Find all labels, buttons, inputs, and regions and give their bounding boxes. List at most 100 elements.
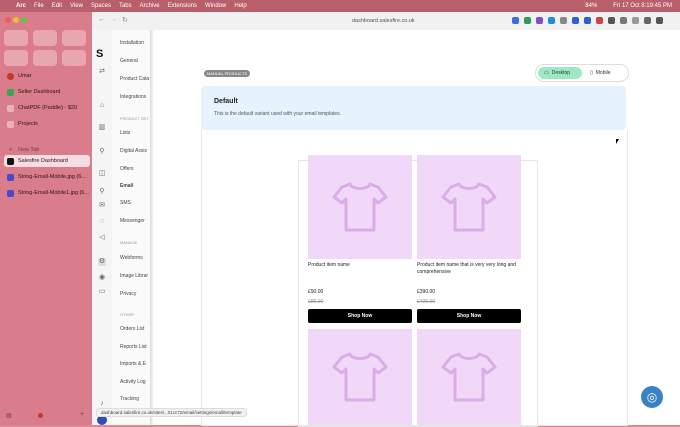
section-badge: MANUAL PRODUCTS — [204, 70, 251, 77]
settings-item[interactable]: Product Cata — [120, 76, 149, 82]
favorite-tab[interactable] — [4, 30, 28, 46]
reload-icon[interactable]: ↻ — [122, 16, 128, 24]
product-card: Product item name that is very very long… — [417, 155, 521, 323]
sidebar-item-image-2[interactable]: String-Email-Mobile1.jpg (6... — [4, 187, 90, 199]
extension-icon[interactable] — [536, 17, 543, 24]
dashboard-icon[interactable]: ◫ — [98, 170, 106, 178]
extension-icon[interactable] — [548, 17, 555, 24]
salesfire-logo-icon — [7, 157, 14, 165]
menu-tabs[interactable]: Tabs — [119, 3, 132, 9]
space-dot-icon[interactable] — [38, 413, 43, 418]
settings-item[interactable]: Tracking — [120, 396, 139, 402]
archive-icon[interactable]: ▤ — [6, 412, 12, 419]
settings-item[interactable]: Messenger — [120, 218, 145, 224]
settings-item[interactable]: Integrations — [120, 94, 146, 100]
menu-edit[interactable]: Edit — [52, 3, 62, 9]
settings-item[interactable]: General — [120, 58, 138, 64]
sidebar-item-chatpdf[interactable]: ChatPDF (Paddle) - $20 — [4, 102, 90, 114]
chat-icon[interactable]: ◌ — [98, 218, 106, 226]
settings-item[interactable]: Digital Assis — [120, 148, 147, 154]
favorite-tab[interactable] — [33, 30, 57, 46]
extension-icon[interactable] — [584, 17, 591, 24]
url-bar[interactable]: ← → ↻ dashboard.salesfire.co.uk — [92, 12, 680, 31]
sidebar-item-umar[interactable]: Umar — [4, 70, 90, 82]
extension-icon[interactable] — [596, 17, 603, 24]
app-nav-rail: S ⇄ ⌂ ▥ ⚲ ◫ ⚲ ✉ ◌ ◁ ⚙ ◉ ▭ ♪ — [92, 30, 113, 425]
megaphone-icon[interactable]: ◁ — [98, 234, 106, 242]
product-name: Product item name — [308, 262, 350, 268]
extension-icon[interactable] — [620, 17, 627, 24]
product-price: £90.00 — [308, 289, 324, 295]
help-button[interactable]: ◎ — [641, 386, 663, 408]
tshirt-icon — [332, 352, 388, 402]
minimize-window-button[interactable] — [13, 17, 19, 23]
menu-view[interactable]: View — [70, 3, 83, 9]
settings-icon[interactable]: ⚙ — [98, 258, 106, 266]
menu-file[interactable]: File — [34, 3, 44, 9]
menu-help[interactable]: Help — [234, 3, 246, 9]
settings-item[interactable]: SMS — [120, 200, 131, 206]
menu-spaces[interactable]: Spaces — [91, 3, 111, 9]
clock[interactable]: Fri 17 Oct 8:19:45 PM — [613, 3, 672, 9]
favorite-tab[interactable] — [4, 50, 28, 66]
add-space-icon[interactable]: + — [80, 411, 84, 418]
extension-icon[interactable] — [608, 17, 615, 24]
device-toggle[interactable]: ▭ Desktop ▯ Mobile — [535, 64, 629, 82]
sidebar-item-projects[interactable]: Projects — [4, 118, 90, 130]
favorite-tab[interactable] — [33, 50, 57, 66]
section-heading: MANAGE — [120, 240, 138, 245]
home-icon[interactable]: ⌂ — [98, 102, 106, 110]
extension-icon[interactable] — [512, 17, 519, 24]
menu-window[interactable]: Window — [205, 3, 226, 9]
salesfire-logo-icon[interactable]: S — [96, 48, 103, 60]
billing-icon[interactable]: ▭ — [98, 288, 106, 296]
user-icon[interactable]: ◉ — [98, 274, 106, 282]
favorite-tab[interactable] — [62, 30, 86, 46]
back-icon[interactable]: ← — [98, 16, 105, 23]
folder-icon — [7, 120, 14, 128]
shop-now-button[interactable]: Shop Now — [417, 309, 521, 323]
extension-icon[interactable] — [572, 17, 579, 24]
settings-item[interactable]: Image Librar — [120, 273, 148, 279]
chart-icon[interactable]: ▥ — [98, 124, 106, 132]
desktop-toggle-button[interactable]: ▭ Desktop — [538, 67, 582, 79]
extension-icon[interactable] — [524, 17, 531, 24]
settings-item[interactable]: Privacy — [120, 291, 136, 297]
search-icon[interactable]: ⚲ — [98, 148, 106, 156]
arc-sidebar: Umar Seller Dashboard ChatPDF (Paddle) -… — [0, 12, 92, 425]
settings-item[interactable]: Offers — [120, 166, 134, 172]
sidebar-item-salesfire[interactable]: Salesfire Dashboard — [4, 155, 90, 167]
settings-item[interactable]: Reports List — [120, 344, 147, 350]
browser-window: ← → ↻ dashboard.salesfire.co.uk S ⇄ ⌂ ▥ … — [92, 12, 680, 427]
settings-item[interactable]: Activity Log — [120, 379, 146, 385]
menu-arc[interactable]: Arc — [16, 3, 26, 9]
forward-icon[interactable]: → — [110, 16, 117, 23]
favorite-tab[interactable] — [62, 50, 86, 66]
product-card — [417, 329, 521, 425]
shop-now-button[interactable]: Shop Now — [308, 309, 412, 323]
search-icon[interactable]: ⚲ — [98, 188, 106, 196]
url-text[interactable]: dashboard.salesfire.co.uk — [352, 18, 415, 24]
settings-item[interactable]: Installation — [120, 40, 144, 46]
mobile-toggle-button[interactable]: ▯ Mobile — [588, 67, 624, 79]
settings-item[interactable]: Webforms — [120, 255, 143, 261]
menu-archive[interactable]: Archive — [140, 3, 160, 9]
extension-icon[interactable] — [632, 17, 639, 24]
swap-icon[interactable]: ⇄ — [98, 68, 106, 76]
settings-item[interactable]: Lists — [120, 130, 130, 136]
mail-icon[interactable]: ✉ — [98, 202, 106, 210]
extension-icon[interactable] — [644, 17, 651, 24]
extension-icon[interactable] — [560, 17, 567, 24]
zoom-window-button[interactable] — [21, 17, 27, 23]
settings-item[interactable]: Imports & E — [120, 361, 146, 367]
settings-item[interactable]: Email — [120, 183, 133, 189]
close-window-button[interactable] — [5, 17, 11, 23]
sidebar-item-seller-dashboard[interactable]: Seller Dashboard — [4, 86, 90, 98]
menu-extensions[interactable]: Extensions — [168, 3, 197, 9]
plus-icon: + — [8, 146, 13, 153]
battery-level[interactable]: 84% — [585, 3, 597, 9]
extension-icon[interactable] — [656, 17, 663, 24]
sidebar-item-image-1[interactable]: String-Email-Mobile.jpg (6... — [4, 171, 90, 183]
bell-icon[interactable]: ♪ — [98, 400, 106, 408]
settings-item[interactable]: Orders List — [120, 326, 144, 332]
